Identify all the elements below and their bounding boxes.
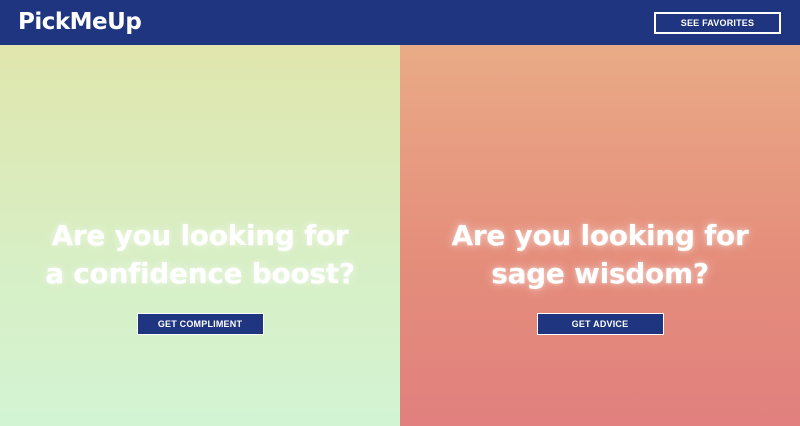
pickmeup-logo[interactable]: PickMeUp	[18, 11, 142, 34]
top-nav-bar: PickMeUp SEE FAVORITES	[0, 0, 800, 45]
get-advice-button[interactable]: GET ADVICE	[536, 313, 664, 335]
see-favorites-button[interactable]: SEE FAVORITES	[654, 11, 781, 34]
compliment-panel: Are you looking for a confidence boost? …	[0, 45, 400, 426]
compliment-heading-line2: a confidence boost?	[45, 257, 355, 290]
get-compliment-button[interactable]: GET COMPLIMENT	[136, 313, 264, 335]
compliment-heading-line1: Are you looking for	[51, 219, 349, 252]
compliment-heading: Are you looking for a confidence boost?	[45, 217, 355, 293]
advice-panel: Are you looking for sage wisdom? GET ADV…	[400, 45, 800, 426]
advice-heading-line1: Are you looking for	[451, 219, 749, 252]
advice-heading: Are you looking for sage wisdom?	[452, 217, 749, 293]
advice-heading-line2: sage wisdom?	[491, 257, 709, 290]
